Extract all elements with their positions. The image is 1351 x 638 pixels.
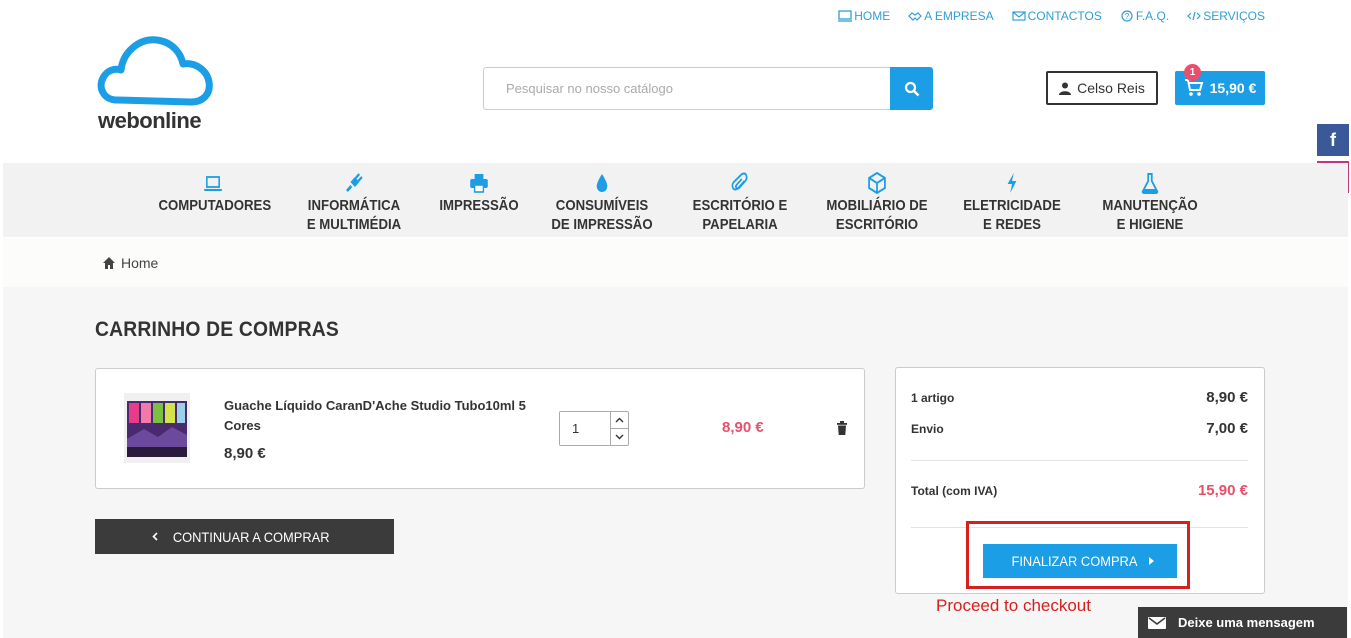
summary-shipping-value: 7,00 € [1206, 420, 1248, 437]
nav-item-manutencao[interactable]: MANUTENÇÃO E HIGIENE [1096, 171, 1203, 234]
line-total: 8,90 € [722, 419, 764, 436]
facebook-icon: f [1330, 129, 1336, 150]
nav-item-mobiliario[interactable]: MOBILIÁRIO DE ESCRITÓRIO [824, 171, 930, 234]
nav-label-2: ESCRITÓRIO [835, 216, 919, 233]
printer-icon [470, 174, 488, 193]
nav-label-2: E MULTIMÉDIA [306, 216, 402, 233]
top-link-label: A EMPRESA [924, 9, 994, 23]
top-link-contactos[interactable]: CONTACTOS [1012, 9, 1102, 23]
facebook-button[interactable]: f [1317, 124, 1349, 156]
top-link-faq[interactable]: ? F.A.Q. [1120, 9, 1169, 23]
nav-item-computadores[interactable]: COMPUTADORES [158, 171, 272, 215]
top-link-label: SERVIÇOS [1203, 9, 1265, 23]
user-name: Celso Reis [1077, 80, 1145, 96]
top-link-servicos[interactable]: SERVIÇOS [1187, 9, 1265, 23]
breadcrumb: Home [3, 238, 1348, 287]
top-link-empresa[interactable]: A EMPRESA [908, 9, 994, 23]
nav-label-2: DE IMPRESSÃO [551, 216, 653, 233]
paperclip-icon [731, 172, 748, 191]
svg-text:?: ? [1125, 12, 1130, 21]
summary-items-row: 1 artigo 8,90 € [911, 389, 1248, 406]
summary-shipping-row: Envio 7,00 € [911, 420, 1248, 437]
top-link-label: F.A.Q. [1135, 9, 1170, 23]
summary-divider [911, 460, 1248, 461]
cart-total: 15,90 € [1209, 80, 1257, 96]
summary-shipping-label: Envio [911, 421, 944, 436]
product-unit-price: 8,90 € [224, 445, 266, 462]
product-name[interactable]: Guache Líquido CaranD'Ache Studio Tubo10… [224, 396, 544, 436]
nav-label: CONSUMÍVEIS [555, 197, 649, 214]
search-bar [483, 67, 933, 110]
quantity-stepper [559, 411, 629, 446]
page-title: CARRINHO DE COMPRAS [95, 318, 339, 341]
flask-icon [1141, 173, 1159, 194]
continue-shopping-label: CONTINUAR A COMPRAR [173, 528, 330, 545]
summary-items-value: 8,90 € [1206, 389, 1248, 406]
nav-label: IMPRESSÃO [439, 197, 519, 214]
trash-icon[interactable] [836, 421, 848, 435]
nav-label: MOBILIÁRIO DE [826, 197, 928, 214]
top-link-label: HOME [854, 9, 891, 23]
nav-item-informatica[interactable]: INFORMÁTICA E MULTIMÉDIA [303, 171, 405, 234]
summary-total-value: 15,90 € [1197, 482, 1248, 499]
laptop-icon [204, 176, 222, 191]
envelope-icon [1148, 616, 1166, 629]
summary-total-row: Total (com IVA) 15,90 € [911, 482, 1248, 499]
summary-total-label: Total (com IVA) [911, 483, 998, 498]
nav-item-consumiveis[interactable]: CONSUMÍVEIS DE IMPRESSÃO [547, 171, 656, 234]
envelope-icon [1012, 11, 1026, 21]
code-icon [1187, 11, 1202, 21]
cube-icon [868, 172, 886, 194]
quantity-increase-button[interactable] [611, 412, 628, 428]
quantity-input[interactable] [560, 412, 610, 445]
nav-label: MANUTENÇÃO [1102, 197, 1198, 214]
quantity-decrease-button[interactable] [611, 428, 628, 445]
nav-label: COMPUTADORES [158, 197, 272, 214]
quantity-arrows [610, 412, 628, 445]
chevron-left-icon [152, 532, 158, 541]
nav-label-2: E HIGIENE [1116, 216, 1184, 233]
question-icon: ? [1121, 10, 1133, 22]
user-account-button[interactable]: Celso Reis [1046, 71, 1158, 105]
plug-icon [346, 173, 363, 193]
monitor-icon [838, 10, 853, 22]
top-links: HOME A EMPRESA CONTACTOS ? F.A.Q. SERVIÇ… [838, 9, 1265, 23]
user-icon [1059, 82, 1072, 95]
nav-item-eletricidade[interactable]: ELETRICIDADE E REDES [961, 171, 1063, 234]
handshake-icon [908, 12, 923, 21]
nav-label-2: PAPELARIA [702, 216, 778, 233]
annotation-highlight-box [966, 521, 1190, 589]
bolt-icon [1007, 173, 1017, 193]
annotation-label: Proceed to checkout [936, 596, 1091, 615]
home-icon [103, 256, 115, 269]
nav-item-impressao[interactable]: IMPRESSÃO [437, 171, 521, 215]
category-nav: COMPUTADORES INFORMÁTICA E MULTIMÉDIA IM… [3, 163, 1348, 237]
nav-label: ESCRITÓRIO E [692, 197, 788, 214]
cart-icon [1184, 79, 1203, 96]
search-button[interactable] [890, 67, 933, 110]
nav-label: INFORMÁTICA [307, 197, 401, 214]
logo-text[interactable]: webonline [98, 108, 202, 134]
breadcrumb-home-link[interactable]: Home [121, 255, 158, 271]
search-icon [904, 81, 919, 96]
chat-label: Deixe uma mensagem [1178, 615, 1315, 630]
droplet-icon [596, 174, 608, 192]
product-image[interactable] [124, 393, 190, 463]
chevron-down-icon [615, 434, 624, 440]
nav-item-escritorio[interactable]: ESCRITÓRIO E PAPELARIA [689, 171, 791, 234]
cart-item-card: Guache Líquido CaranD'Ache Studio Tubo10… [95, 368, 865, 489]
chevron-up-icon [615, 417, 624, 423]
continue-shopping-button[interactable]: CONTINUAR A COMPRAR [95, 519, 394, 554]
top-link-home[interactable]: HOME [838, 9, 890, 23]
chat-widget-button[interactable]: Deixe uma mensagem [1138, 607, 1347, 638]
nav-label: ELETRICIDADE [963, 197, 1061, 214]
summary-items-label: 1 artigo [911, 390, 955, 405]
top-link-label: CONTACTOS [1027, 9, 1102, 23]
search-input[interactable] [483, 67, 890, 110]
nav-label-2: E REDES [983, 216, 1041, 233]
cart-count-badge: 1 [1184, 64, 1201, 81]
